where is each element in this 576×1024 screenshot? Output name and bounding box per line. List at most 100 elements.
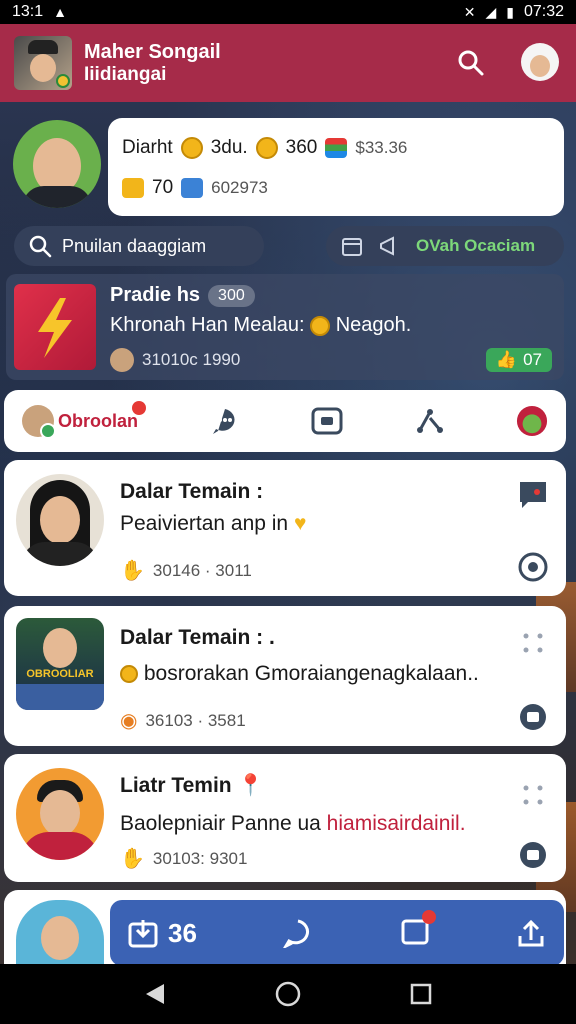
featured-desc: Khronah Han Mealau:: [110, 314, 305, 336]
video-icon: [311, 407, 343, 435]
chat-item[interactable]: Dalar Temain : Peaiviertan anp in ♥ ✋ 30…: [4, 460, 566, 596]
search-bar[interactable]: Pnuilan daaggiam: [14, 226, 264, 266]
chat-message: Baolepniair Panne ua: [120, 812, 327, 835]
flag-icon: [325, 138, 348, 158]
featured-meta: 31010c 1990: [142, 350, 241, 369]
header-subtitle: Iiidiangai: [84, 64, 167, 85]
avatar-face: [40, 496, 80, 544]
stats-value-d: 70: [152, 177, 174, 198]
home-icon[interactable]: [275, 981, 301, 1007]
notifications-button[interactable]: [400, 909, 436, 951]
chat-item[interactable]: OBROOLIAR Dalar Temain : . bosrorakan Gm…: [4, 606, 566, 746]
status-time-right: 07:32: [523, 3, 564, 20]
chat-avatar: [16, 768, 104, 860]
my-profile-avatar[interactable]: [521, 43, 559, 81]
avatar-overlay-text: OBROOLIAR: [26, 668, 94, 680]
sticker-icon: [181, 178, 204, 198]
avatar-shirt: [21, 832, 99, 860]
call-icon[interactable]: [518, 552, 548, 582]
header-title-block[interactable]: Maher Songail Iiidiangai: [84, 40, 221, 86]
back-icon[interactable]: [144, 982, 166, 1006]
chat-meta: 36103 · 3581: [145, 710, 246, 730]
search-icon: [29, 235, 52, 258]
tab-label: Obroolan: [58, 410, 138, 431]
chat-message: bosrorakan Gmoraiangenagkalaan..: [143, 662, 479, 685]
chat-name: Dalar Temain :: [120, 480, 264, 503]
stats-label: Diarht: [122, 137, 173, 158]
tab-profile[interactable]: [516, 405, 548, 437]
avatar-face: [30, 54, 56, 82]
tab-chats[interactable]: Obroolan: [22, 401, 146, 439]
more-icon[interactable]: [518, 780, 548, 810]
hat-shape: [28, 40, 58, 54]
battery-icon: ▮: [506, 3, 514, 20]
chat-bubble-icon: [212, 409, 235, 434]
chat-meta: 30146 · 3011: [152, 560, 252, 580]
online-badge: [56, 74, 70, 88]
video-call-icon[interactable]: [518, 840, 548, 870]
signal-icon: ◢: [485, 3, 497, 20]
coin-icon: [180, 137, 203, 159]
share-icon: [416, 409, 443, 433]
header-name: Maher Songail: [84, 41, 221, 63]
tab-messages[interactable]: [209, 405, 241, 437]
avatar-suit: [22, 186, 92, 208]
status-time-left: 13:1: [12, 3, 44, 20]
emoji-icon: [120, 665, 138, 684]
action-label: OVah Ocaciam: [416, 236, 536, 255]
megaphone-icon[interactable]: [378, 234, 402, 258]
featured-desc-tail: Neagoh.: [335, 314, 412, 336]
inbox-icon: [128, 920, 158, 948]
lightning-icon: [38, 298, 72, 358]
hand-icon: ✋: [120, 560, 145, 582]
system-nav-bar: [0, 964, 576, 1024]
mini-avatar: [110, 348, 134, 372]
tab-video[interactable]: [311, 405, 343, 437]
hand-icon: ✋: [120, 848, 145, 870]
chat-name: Liatr Temin: [120, 774, 232, 797]
chat-item[interactable]: Liatr Temin 📍 Baolepniair Panne ua hiami…: [4, 754, 566, 882]
calendar-icon[interactable]: [340, 234, 364, 258]
upload-icon[interactable]: [516, 918, 546, 948]
gift-icon: [255, 137, 278, 159]
search-icon[interactable]: [456, 48, 486, 78]
stats-value-e: 602973: [211, 178, 268, 197]
chat-add-icon[interactable]: [283, 918, 313, 948]
thumbs-up-icon: 👍: [495, 350, 518, 369]
flag-icon[interactable]: [518, 480, 548, 510]
group-avatar[interactable]: [14, 36, 72, 90]
featured-title: Pradie hs: [110, 284, 201, 306]
inbox-count: 36: [168, 917, 197, 948]
status-bar: 13:1 ▲ ✕ ◢ ▮ 07:32: [0, 0, 576, 24]
search-text: Pnuilan daaggiam: [62, 235, 207, 256]
notification-dot: [132, 401, 146, 415]
chat-message-highlight: hiamisairdainil.: [326, 812, 466, 835]
emoji-icon: ♥: [293, 512, 307, 535]
recents-icon[interactable]: [410, 983, 432, 1005]
tab-share[interactable]: [414, 405, 446, 437]
stats-value-b: 360: [285, 137, 318, 158]
avatar-crowd: [16, 684, 104, 710]
chat-avatar: OBROOLIAR: [16, 618, 104, 710]
pin-icon: 📍: [237, 774, 264, 797]
avatar-face: [41, 916, 79, 960]
featured-card[interactable]: Pradie hs 300 Khronah Han Mealau: Neagoh…: [6, 274, 564, 380]
avatar-suit: [21, 542, 99, 566]
featured-badge: 300: [208, 284, 255, 307]
fire-icon: ◉: [120, 710, 138, 732]
like-button[interactable]: 👍 07: [485, 348, 552, 372]
mute-icon: ✕: [463, 3, 476, 20]
app-header: Maher Songail Iiidiangai: [0, 24, 576, 102]
inbox-button[interactable]: 36: [128, 918, 197, 949]
chat-name: Dalar Temain : .: [120, 626, 275, 649]
chat-meta: 30103: 9301: [152, 848, 248, 868]
notification-dot: [421, 909, 436, 924]
chat-avatar: [16, 900, 104, 970]
camera-icon[interactable]: [518, 702, 548, 732]
tab-bar: Obroolan: [4, 390, 566, 452]
profile-emoji-icon: [516, 405, 548, 437]
chat-message: Peaiviertan anp in: [120, 512, 289, 535]
call-action-pill[interactable]: OVah Ocaciam: [326, 226, 564, 266]
profile-avatar[interactable]: [13, 120, 101, 208]
more-icon[interactable]: [518, 628, 548, 658]
